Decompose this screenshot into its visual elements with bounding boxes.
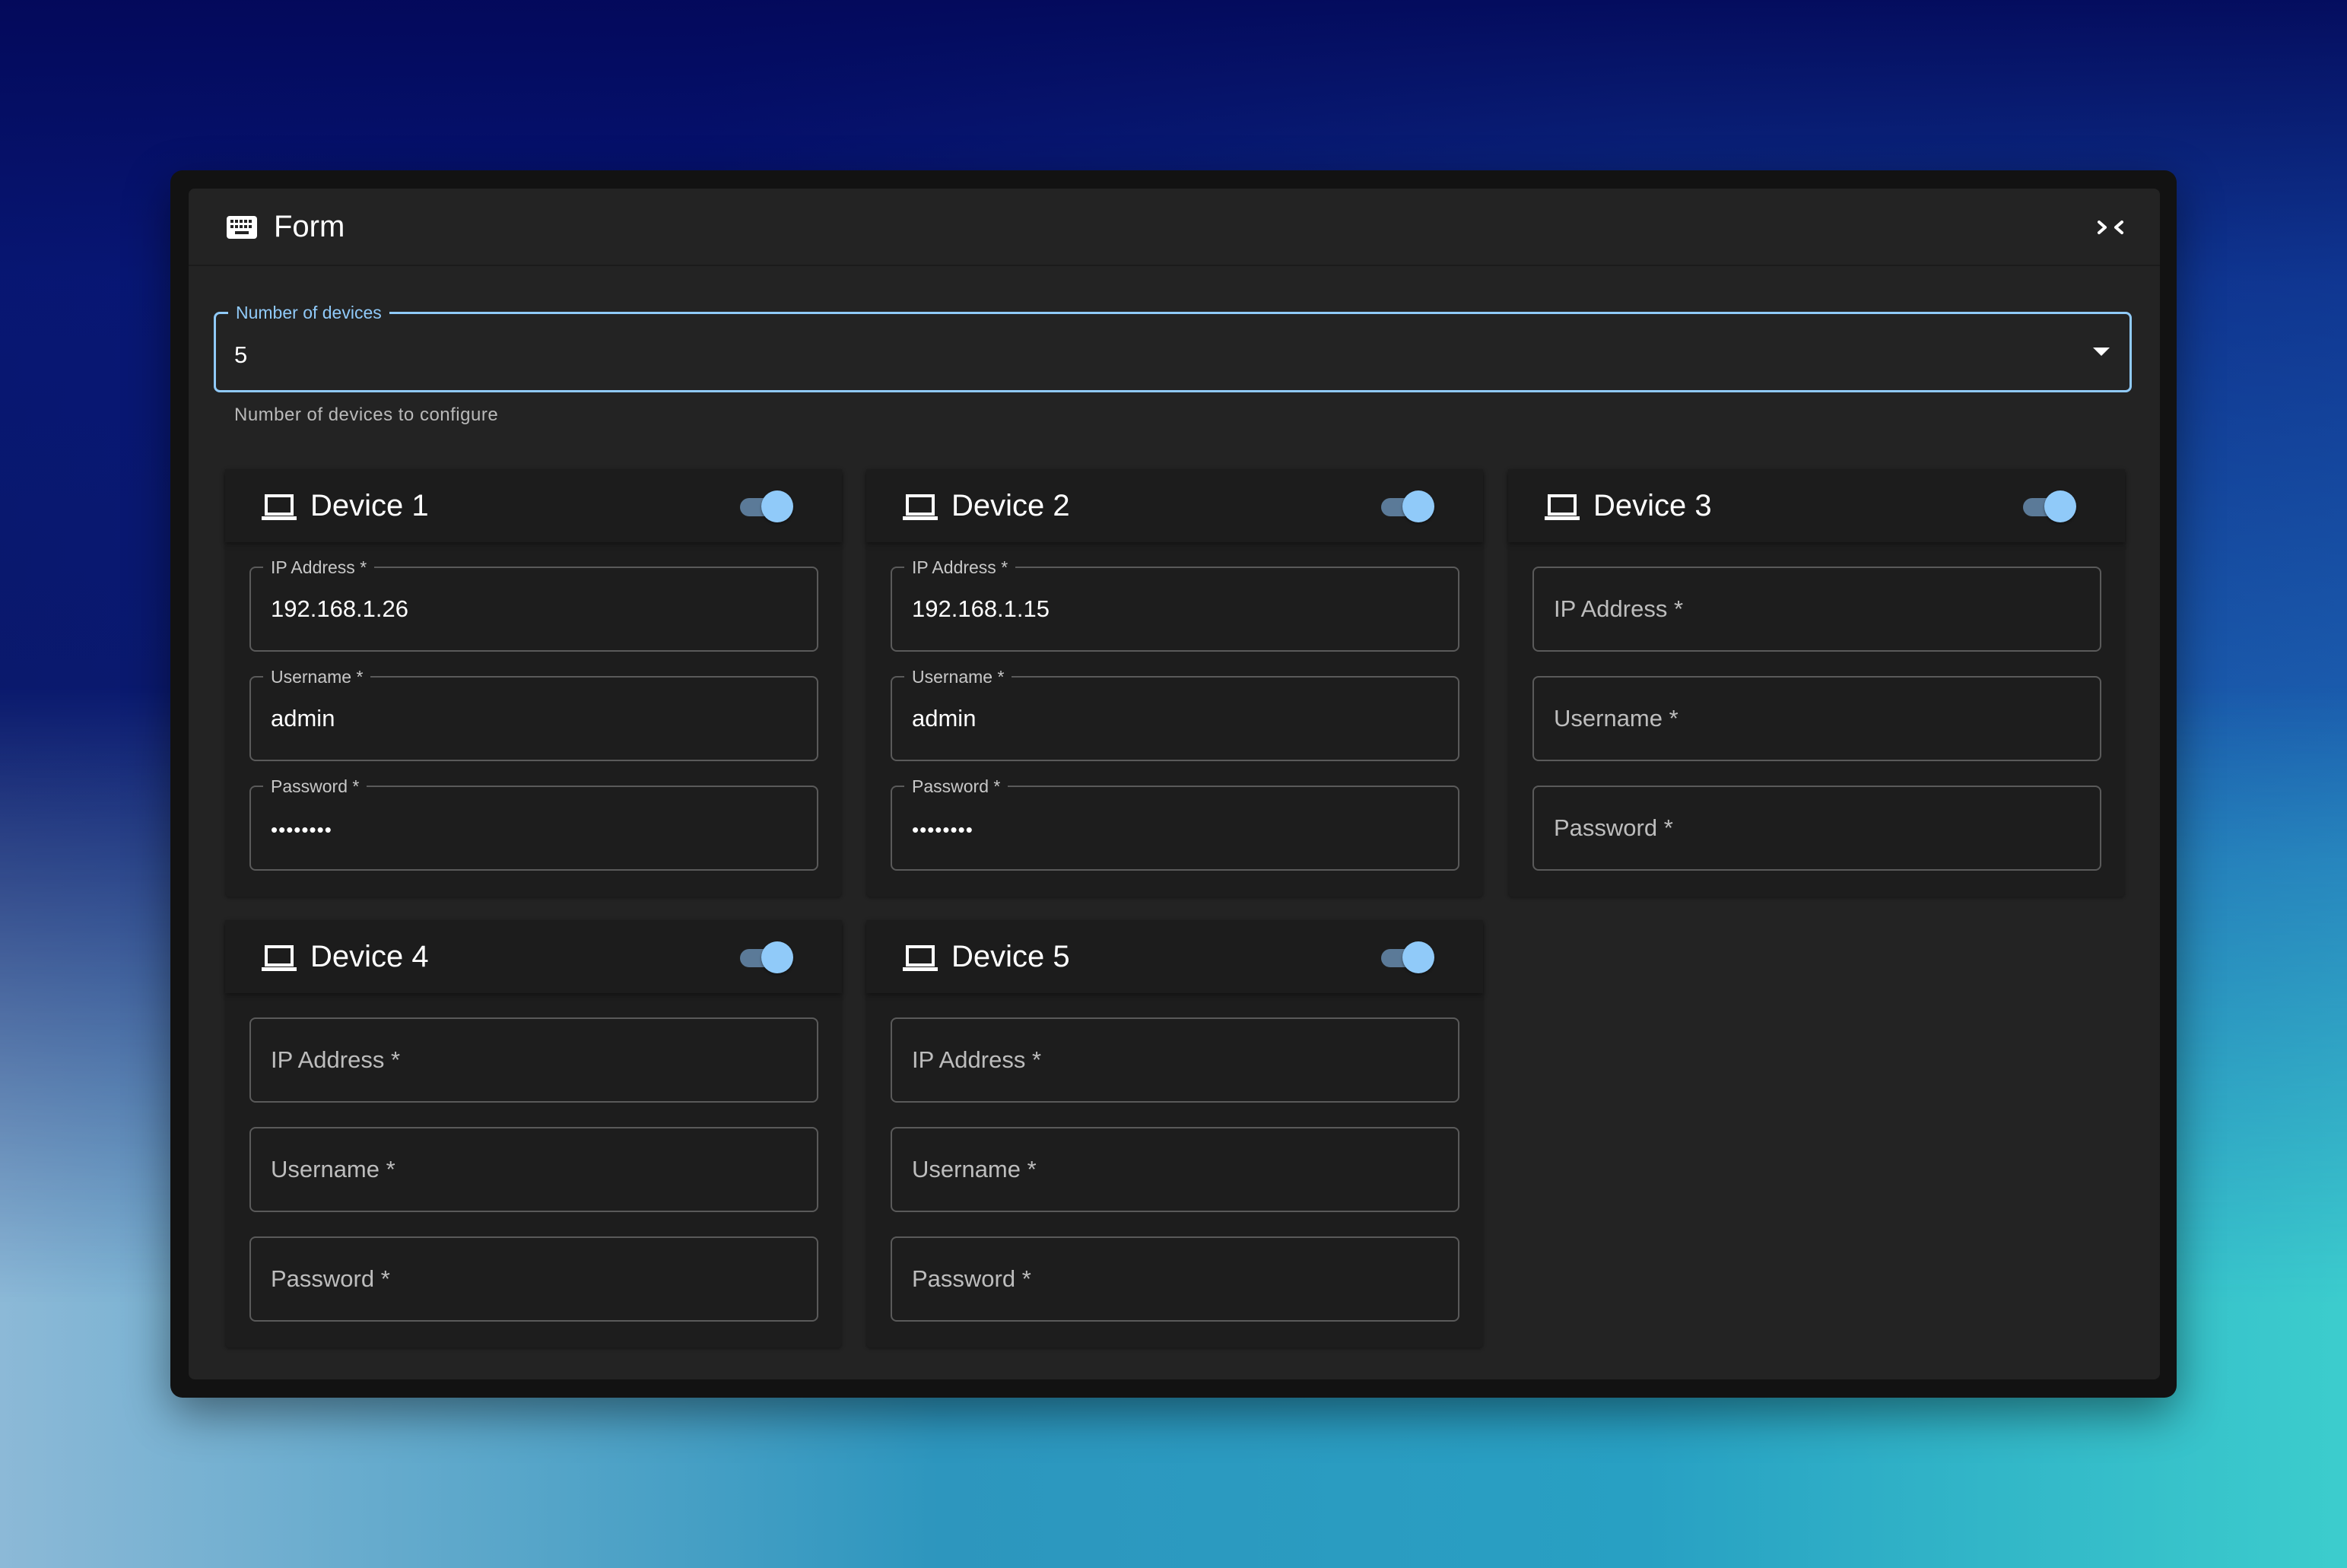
device-title: Device 4 <box>310 940 429 973</box>
field-label: IP Address * <box>263 557 375 577</box>
device-card-5: Device 5 IP Address * Username * Password … <box>866 920 1483 1347</box>
field-placeholder: IP Address * <box>1554 595 1684 622</box>
laptop-icon <box>262 494 297 520</box>
field-value: admin <box>912 705 977 732</box>
laptop-icon <box>903 945 938 971</box>
field-placeholder: Password * <box>912 1265 1031 1292</box>
field-value: 192.168.1.15 <box>912 595 1050 622</box>
password-field[interactable]: Password * <box>249 1236 818 1322</box>
ip-address-field[interactable]: IP Address * 192.168.1.15 <box>891 557 1459 652</box>
device-card-4: Device 4 IP Address * Username * Password … <box>225 920 842 1347</box>
username-field[interactable]: Username * admin <box>249 667 818 761</box>
device-card-header: Device 5 <box>866 920 1483 993</box>
username-field[interactable]: Username * <box>891 1127 1459 1212</box>
field-value: admin <box>271 705 335 732</box>
device-card-header: Device 2 <box>866 469 1483 542</box>
device-title: Device 1 <box>310 489 429 522</box>
device-card-1: Device 1 IP Address * 192.168.1.26 Usernam… <box>225 469 842 897</box>
field-placeholder: Password * <box>271 1265 390 1292</box>
device-count-helper-text: Number of devices to configure <box>234 405 499 425</box>
field-label: Password * <box>263 776 367 796</box>
device-title: Device 5 <box>951 940 1070 973</box>
username-field[interactable]: Username * admin <box>891 667 1459 761</box>
device-count-select[interactable]: Number of devices 5 <box>214 302 2132 392</box>
device-enabled-toggle[interactable] <box>1377 940 1436 975</box>
field-placeholder: IP Address * <box>271 1046 401 1073</box>
field-label: IP Address * <box>904 557 1016 577</box>
device-title: Device 3 <box>1593 489 1712 522</box>
device-card-header: Device 1 <box>225 469 842 542</box>
device-enabled-toggle[interactable] <box>735 489 795 524</box>
device-enabled-toggle[interactable] <box>1377 489 1436 524</box>
password-field[interactable]: Password * •••••••• <box>249 776 818 871</box>
username-field[interactable]: Username * <box>1532 676 2101 761</box>
field-label: Username * <box>904 667 1012 687</box>
ip-address-field[interactable]: IP Address * <box>891 1017 1459 1103</box>
field-value: •••••••• <box>271 818 332 841</box>
ip-address-field[interactable]: IP Address * <box>249 1017 818 1103</box>
toggle-thumb <box>761 941 793 973</box>
laptop-icon <box>1545 494 1580 520</box>
laptop-icon <box>262 945 297 971</box>
keyboard-icon <box>227 216 257 239</box>
device-title: Device 2 <box>951 489 1070 522</box>
device-count-value: 5 <box>234 341 248 368</box>
window-frame: Form Number of devices 5 Number of devic… <box>170 170 2177 1398</box>
toggle-thumb <box>1402 941 1434 973</box>
field-label: Username * <box>263 667 371 687</box>
field-placeholder: IP Address * <box>912 1046 1042 1073</box>
dropdown-arrow-icon[interactable] <box>2093 348 2110 356</box>
password-field[interactable]: Password * <box>891 1236 1459 1322</box>
ip-address-field[interactable]: IP Address * <box>1532 567 2101 652</box>
field-placeholder: Username * <box>1554 705 1678 732</box>
laptop-icon <box>903 494 938 520</box>
field-placeholder: Password * <box>1554 814 1673 841</box>
device-card-header: Device 3 <box>1508 469 2125 542</box>
device-card-3: Device 3 IP Address * Username * Password … <box>1508 469 2125 897</box>
device-card-2: Device 2 IP Address * 192.168.1.15 Usernam… <box>866 469 1483 897</box>
device-count-label: Number of devices <box>228 302 389 323</box>
device-enabled-toggle[interactable] <box>2018 489 2078 524</box>
field-placeholder: Username * <box>271 1156 395 1182</box>
collapse-icon[interactable] <box>2096 214 2126 240</box>
field-placeholder: Username * <box>912 1156 1037 1182</box>
ip-address-field[interactable]: IP Address * 192.168.1.26 <box>249 557 818 652</box>
toggle-thumb <box>1402 490 1434 522</box>
field-value: •••••••• <box>912 818 973 841</box>
field-value: 192.168.1.26 <box>271 595 409 622</box>
username-field[interactable]: Username * <box>249 1127 818 1212</box>
toggle-thumb <box>2044 490 2076 522</box>
panel-title: Form <box>274 210 345 243</box>
toggle-thumb <box>761 490 793 522</box>
form-panel: Form Number of devices 5 Number of devic… <box>189 189 2160 1379</box>
password-field[interactable]: Password * <box>1532 786 2101 871</box>
panel-header: Form <box>189 189 2160 266</box>
device-card-header: Device 4 <box>225 920 842 993</box>
password-field[interactable]: Password * •••••••• <box>891 776 1459 871</box>
field-label: Password * <box>904 776 1008 796</box>
device-enabled-toggle[interactable] <box>735 940 795 975</box>
